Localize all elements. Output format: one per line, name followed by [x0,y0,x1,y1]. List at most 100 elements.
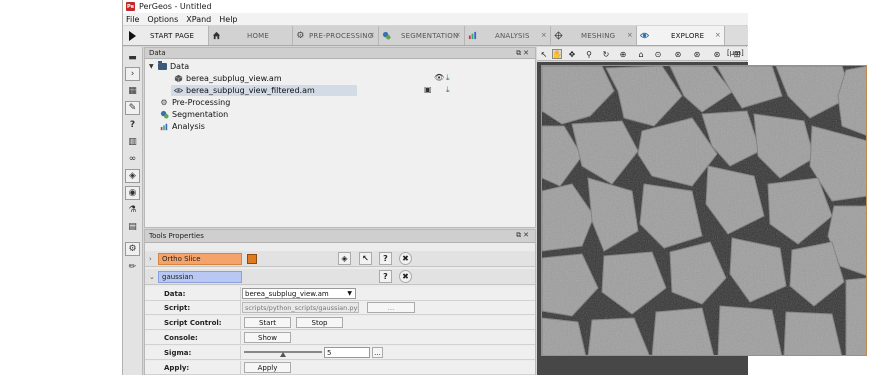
visibility-icon[interactable]: 👁 [434,73,444,82]
apply-button[interactable]: Apply [244,362,291,373]
menu-options[interactable]: Options [147,15,178,24]
ortho-slice-viewport[interactable] [541,65,867,356]
save-data-icon[interactable]: ⤓ [446,85,450,95]
tree-item-pre-processing[interactable]: ⚙ Pre-Processing [159,97,230,108]
close-icon[interactable]: × [715,31,721,39]
orientation-y-icon[interactable]: ⊛ [692,49,702,59]
histogram-icon[interactable]: ▥ [125,135,140,149]
help-icon[interactable]: ? [125,118,140,132]
help-button[interactable]: ? [379,252,392,265]
tree-item-data[interactable]: ▼ Data [149,61,189,72]
pointer-icon[interactable]: ↖ [359,252,372,265]
close-icon[interactable]: × [455,31,461,39]
tab-home[interactable]: HOME [209,26,293,45]
play-icon [129,30,136,41]
minimize-panel-icon[interactable]: ▬ [125,51,140,65]
tree-item-berea-filtered[interactable]: berea_subplug_view_filtered.am [171,85,357,96]
properties-icon[interactable]: ▣ [424,85,432,94]
sigma-slider-thumb[interactable] [280,352,286,357]
tree-item-label: berea_subplug_view_filtered.am [186,86,315,95]
menu-xpand[interactable]: XPand [186,15,211,24]
ortho-slice-row[interactable]: › Ortho Slice ◈ ↖ ? ✖ [145,251,535,267]
tools-panel-title: Tools Properties [149,232,204,240]
start-page-button[interactable]: START PAGE [123,26,209,45]
data-select[interactable]: berea_subplug_view.am ▼ [242,288,356,299]
3d-viewer[interactable] [537,62,867,375]
orientation-z-icon[interactable]: ⊛ [712,49,722,59]
close-icon[interactable]: × [627,31,633,39]
segmentation-icon [382,31,391,40]
wrench-icon[interactable]: ✎ [125,101,140,115]
expand-arrow-icon[interactable]: ▼ [149,63,157,70]
orientation-x-icon[interactable]: ⊛ [673,49,683,59]
expand-panel-icon[interactable]: › [125,67,140,81]
sigma-browse-button[interactable]: ... [372,347,383,358]
home-icon [212,31,221,40]
menu-help[interactable]: Help [219,15,237,24]
remove-icon[interactable]: ✖ [399,270,412,283]
tree-item-segmentation[interactable]: Segmentation [159,109,228,120]
save-data-icon[interactable]: ⤓ [446,73,450,83]
grid-icon[interactable]: ▤ [125,220,140,234]
table-icon[interactable]: ▦ [125,84,140,98]
tab-segmentation-label: SEGMENTATION [401,31,459,40]
stop-button[interactable]: Stop [296,317,343,328]
expand-arrow-icon[interactable]: › [149,255,152,263]
tab-explore[interactable]: EXPLORE × [637,26,725,45]
gaussian-row[interactable]: ⌄ gaussian ? ✖ [145,269,535,285]
tree-item-berea-view[interactable]: berea_subplug_view.am [173,73,282,84]
data-property-row: Data: berea_subplug_view.am ▼ [145,287,535,301]
collapse-arrow-icon[interactable]: ⌄ [149,273,155,281]
tree-item-label: Pre-Processing [172,98,231,107]
tree-item-label: Analysis [172,122,205,131]
cube-icon [173,74,183,83]
tools-properties-panel: Tools Properties ⧉✕ › Ortho Slice ◈ ↖ ? … [144,229,536,375]
flask-icon[interactable]: ⚗ [125,203,140,217]
help-button[interactable]: ? [379,270,392,283]
tools-panel-header: Tools Properties ⧉✕ [145,230,535,243]
tree-item-label: Data [170,62,190,71]
gaussian-label: gaussian [158,271,242,283]
show-console-button[interactable]: Show [244,332,291,343]
color-swatch[interactable] [247,254,257,264]
seek-icon[interactable]: ⊙ [653,49,663,59]
select-arrow-icon[interactable]: ↖ [539,49,549,59]
start-page-label: START PAGE [150,31,195,40]
units-select[interactable]: [µm] [727,49,744,57]
mesh-icon [554,31,563,40]
chart-icon [468,31,477,40]
layers-icon[interactable]: ◈ [125,169,140,183]
tab-segmentation[interactable]: SEGMENTATION × [379,26,465,45]
close-icon[interactable]: × [541,31,547,39]
script-path-field[interactable]: scripts/python_scripts/gaussian.pyscro [242,302,359,313]
data-property-label: Data: [164,290,186,298]
fit-view-icon[interactable]: ⊕ [618,49,628,59]
layers-icon[interactable]: ◈ [338,252,351,265]
hand-icon[interactable]: ✋ [552,49,562,59]
rotate-icon[interactable]: ↻ [601,49,611,59]
tree-item-analysis[interactable]: Analysis [159,121,205,132]
tab-pre-processing[interactable]: ⚙ PRE-PROCESSING × [293,26,379,45]
browse-script-button[interactable]: ... [367,302,415,313]
tab-meshing[interactable]: MESHING × [551,26,637,45]
panel-float-close-icon[interactable]: ⧉✕ [516,49,531,58]
panel-float-close-icon[interactable]: ⧉✕ [516,231,531,240]
remove-icon[interactable]: ✖ [399,252,412,265]
pencil-icon[interactable]: ✏ [125,260,140,274]
menu-file[interactable]: File [126,15,139,24]
move-icon[interactable]: ✥ [567,49,577,59]
zoom-icon[interactable]: ⚲ [584,49,594,59]
sigma-label: Sigma: [164,349,192,357]
link-icon[interactable]: ∞ [125,152,140,166]
settings-icon[interactable]: ⚙ [125,242,140,256]
camera-icon[interactable]: ◉ [125,186,140,200]
tab-home-label: HOME [247,31,270,40]
close-icon[interactable]: × [369,31,375,39]
gears-icon: ⚙ [160,98,168,107]
home-view-icon[interactable]: ⌂ [636,49,646,59]
sigma-value-field[interactable]: 5 [324,347,370,358]
data-select-value: berea_subplug_view.am [245,289,329,298]
tab-analysis[interactable]: ANALYSIS × [465,26,551,45]
segmentation-icon [159,110,169,119]
start-button[interactable]: Start [244,317,291,328]
